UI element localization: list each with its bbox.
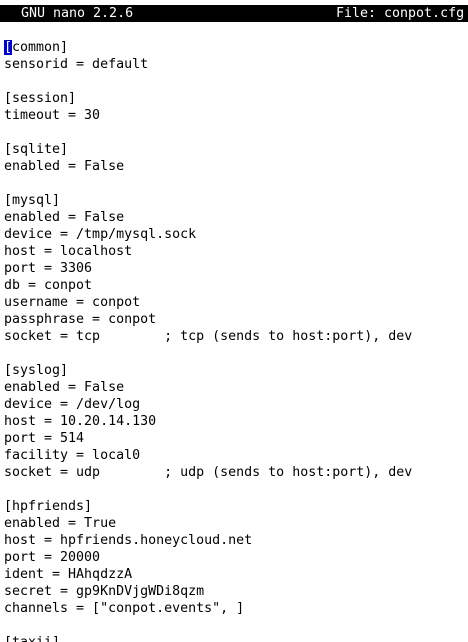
editor-line[interactable]: timeout = 30: [4, 107, 468, 124]
editor-line[interactable]: [4, 617, 468, 634]
editor-line[interactable]: host = 10.20.14.130: [4, 413, 468, 430]
editor-line[interactable]: [sqlite]: [4, 141, 468, 158]
editor-line[interactable]: [4, 345, 468, 362]
editor-line[interactable]: [common]: [4, 39, 468, 56]
editor-line[interactable]: device = /dev/log: [4, 396, 468, 413]
file-name: File: conpot.cfg: [336, 6, 465, 21]
editor-line[interactable]: port = 514: [4, 430, 468, 447]
editor-line[interactable]: username = conpot: [4, 294, 468, 311]
editor-line[interactable]: [4, 175, 468, 192]
editor-line[interactable]: [4, 73, 468, 90]
editor-line[interactable]: passphrase = conpot: [4, 311, 468, 328]
editor-line[interactable]: [4, 481, 468, 498]
editor-line[interactable]: port = 20000: [4, 549, 468, 566]
nano-title-bar: GNU nano 2.2.6 File: conpot.cfg: [0, 5, 468, 22]
editor-line[interactable]: socket = udp ; udp (sends to host:port),…: [4, 464, 468, 481]
editor-name: GNU nano 2.2.6: [21, 6, 134, 21]
editor-line[interactable]: [hpfriends]: [4, 498, 468, 515]
editor-line[interactable]: enabled = False: [4, 158, 468, 175]
editor-line[interactable]: [session]: [4, 90, 468, 107]
editor-line[interactable]: db = conpot: [4, 277, 468, 294]
editor-line[interactable]: enabled = False: [4, 209, 468, 226]
editor-line[interactable]: [4, 124, 468, 141]
editor-line[interactable]: socket = tcp ; tcp (sends to host:port),…: [4, 328, 468, 345]
editor-line[interactable]: ident = HAhqdzzA: [4, 566, 468, 583]
editor-line[interactable]: host = localhost: [4, 243, 468, 260]
editor-line[interactable]: enabled = True: [4, 515, 468, 532]
editor-line[interactable]: channels = ["conpot.events", ]: [4, 600, 468, 617]
editor-line[interactable]: host = hpfriends.honeycloud.net: [4, 532, 468, 549]
editor-line-partial[interactable]: [taxii]: [4, 634, 468, 642]
text-buffer[interactable]: [common] sensorid = default [session] time…: [4, 39, 468, 642]
editor-line[interactable]: [mysql]: [4, 192, 468, 209]
text-cursor: [: [4, 40, 13, 55]
editor-line[interactable]: sensorid = default: [4, 56, 468, 73]
editor-line[interactable]: enabled = False: [4, 379, 468, 396]
editor-line[interactable]: port = 3306: [4, 260, 468, 277]
editor-line[interactable]: [syslog]: [4, 362, 468, 379]
editor-line[interactable]: device = /tmp/mysql.sock: [4, 226, 468, 243]
line-text: common]: [12, 40, 69, 55]
editor-line[interactable]: secret = gp9KnDVjgWDi8qzm: [4, 583, 468, 600]
editor-line[interactable]: facility = local0: [4, 447, 468, 464]
